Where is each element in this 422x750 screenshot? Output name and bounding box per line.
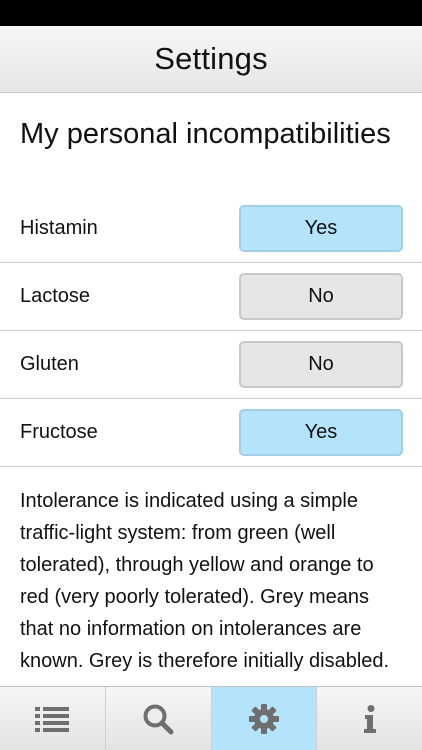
status-bar xyxy=(0,0,422,26)
search-icon xyxy=(143,704,174,734)
setting-row-gluten: Gluten No xyxy=(0,331,422,399)
tab-search[interactable] xyxy=(106,687,212,750)
setting-row-lactose: Lactose No xyxy=(0,263,422,331)
setting-label-histamin: Histamin xyxy=(20,217,98,239)
tab-list[interactable] xyxy=(0,687,106,750)
setting-label-lactose: Lactose xyxy=(20,285,91,307)
setting-label-fructose: Fructose xyxy=(20,421,98,443)
histamin-toggle-button[interactable]: Yes xyxy=(239,205,403,252)
lactose-toggle-button[interactable]: No xyxy=(239,273,403,320)
tab-info[interactable] xyxy=(317,687,422,750)
tab-bar xyxy=(0,686,422,750)
tab-settings[interactable] xyxy=(211,687,318,750)
setting-label-gluten: Gluten xyxy=(20,353,79,375)
info-icon xyxy=(363,704,376,733)
fructose-toggle-button[interactable]: Yes xyxy=(239,409,403,456)
gear-icon xyxy=(248,703,279,734)
settings-content[interactable]: My personal incompatibilities Histamin Y… xyxy=(0,93,422,686)
page-title: Settings xyxy=(154,41,268,76)
navigation-bar: Settings xyxy=(0,26,422,93)
setting-row-histamin: Histamin Yes xyxy=(0,195,422,263)
section-heading: My personal incompatibilities xyxy=(20,118,391,150)
gluten-toggle-button[interactable]: No xyxy=(239,341,403,388)
setting-row-fructose: Fructose Yes xyxy=(0,399,422,467)
info-text: Intolerance is indicated using a simple … xyxy=(20,490,390,672)
list-icon xyxy=(35,706,70,732)
